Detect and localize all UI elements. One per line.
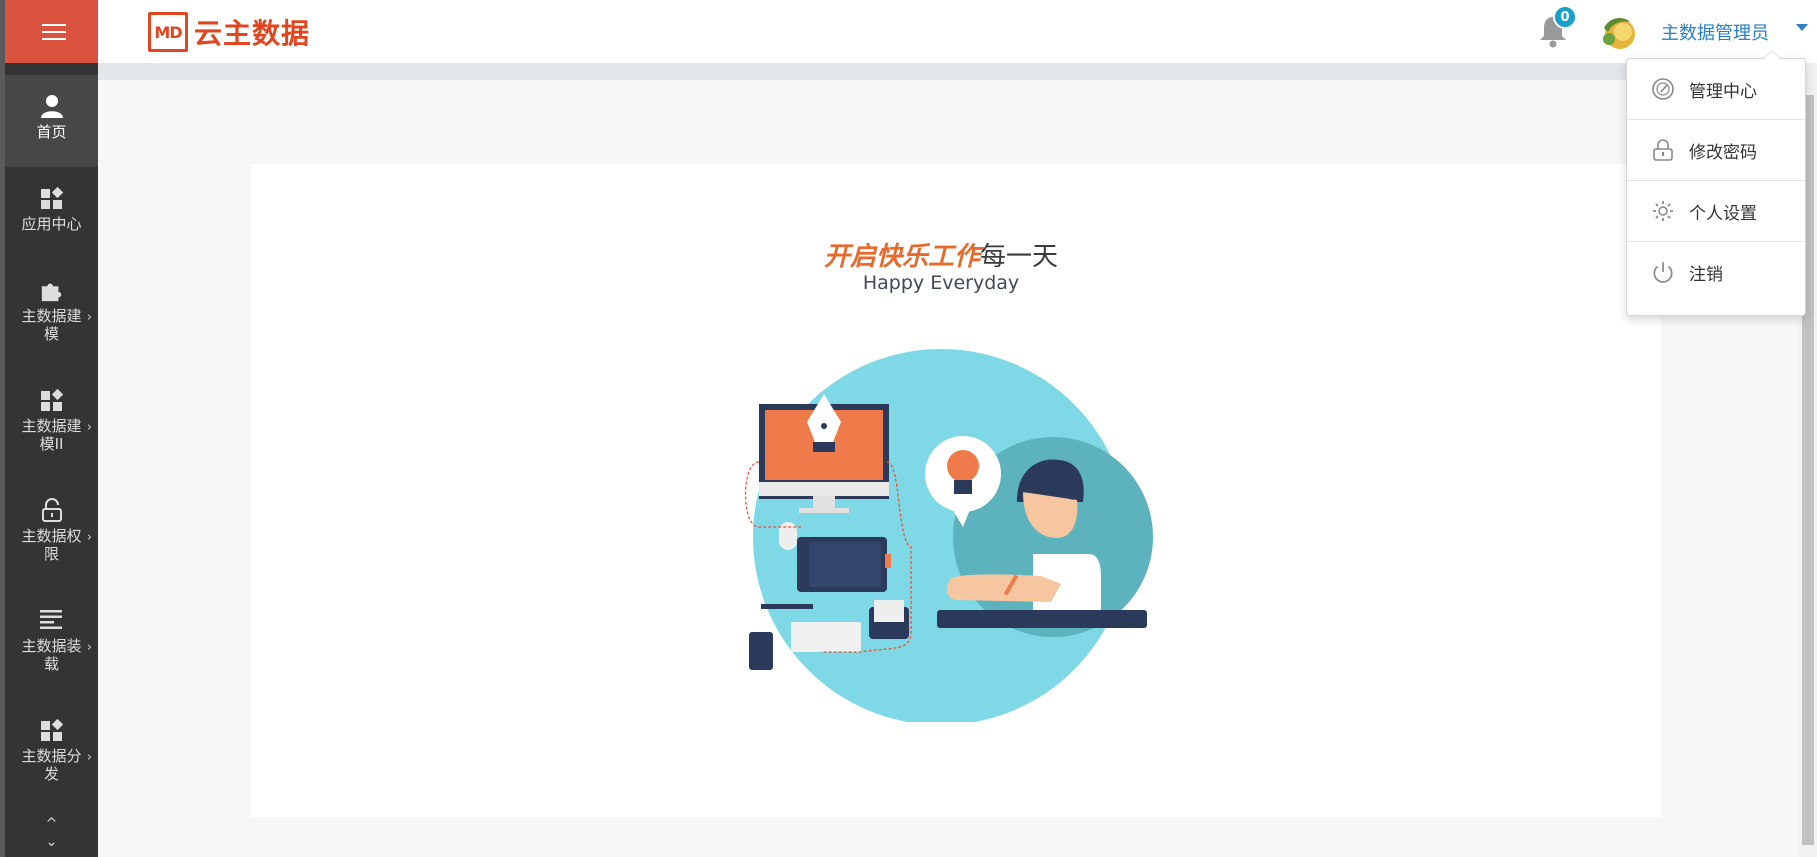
welcome-subline: Happy Everyday: [862, 272, 1020, 294]
chevron-down-icon[interactable]: ⌄: [5, 833, 98, 851]
menu-toggle-button[interactable]: [5, 0, 103, 63]
apps-icon: [40, 717, 64, 743]
apps-icon: [40, 185, 64, 211]
lock-icon: [1649, 136, 1677, 164]
welcome-headline: 开启快乐工作每一天: [251, 236, 1631, 273]
sidebar-item-label: 主数据装载: [21, 637, 82, 673]
sidebar-item-app-center[interactable]: 应用中心: [5, 167, 98, 259]
menu-item-label: 注销: [1689, 265, 1723, 285]
chevron-right-icon: ›: [86, 750, 92, 765]
headline-rest: 每一天: [980, 242, 1059, 272]
sidebar-scroll-controls: ^ ⌄: [5, 815, 98, 851]
unlock-icon: [40, 497, 64, 523]
chevron-up-icon[interactable]: ^: [5, 815, 98, 833]
sidebar-item-home[interactable]: 首页: [5, 75, 98, 167]
chevron-right-icon: ›: [86, 530, 92, 545]
sidebar-item-label: 主数据建模II: [21, 417, 82, 453]
sidebar-item-mdm-distribution[interactable]: 主数据分发 ›: [5, 699, 98, 809]
sidebar-item-label: 首页: [36, 123, 67, 141]
logo-text: 云主数据: [194, 17, 311, 50]
welcome-illustration: [744, 349, 1153, 722]
list-icon: [39, 607, 64, 633]
headline-highlight: 开启快乐工作: [823, 242, 980, 272]
user-dropdown-menu: 管理中心 修改密码 个人设置 注销: [1626, 50, 1806, 316]
menu-item-admin-center[interactable]: 管理中心: [1627, 59, 1805, 120]
notification-count-badge: 0: [1553, 5, 1577, 29]
user-icon: [40, 93, 64, 119]
main-content: 开启快乐工作每一天 Happy Everyday: [98, 80, 1799, 857]
menu-item-logout[interactable]: 注销: [1627, 242, 1805, 303]
caret-down-icon[interactable]: [1796, 24, 1808, 31]
tab-bar: [98, 63, 1799, 80]
sidebar-item-mdm-modeling[interactable]: 主数据建模 ›: [5, 259, 98, 369]
apps-icon: [40, 387, 64, 413]
chevron-right-icon: ›: [86, 640, 92, 655]
sidebar: 首页 应用中心 主数据建模 › 主数据建模II › 主数据权限 › 主数据装载 …: [0, 0, 103, 857]
menu-item-label: 个人设置: [1689, 203, 1757, 224]
welcome-card: 开启快乐工作每一天 Happy Everyday: [251, 164, 1661, 817]
menu-item-label: 管理中心: [1689, 81, 1757, 102]
hamburger-icon: [42, 23, 66, 40]
menu-item-label: 修改密码: [1689, 142, 1757, 163]
avatar[interactable]: [1600, 14, 1638, 50]
logo[interactable]: MD 云主数据: [148, 12, 310, 52]
sidebar-item-label: 主数据权限: [21, 527, 82, 563]
sidebar-item-label: 应用中心: [21, 215, 82, 233]
sidebar-item-mdm-permission[interactable]: 主数据权限 ›: [5, 479, 98, 589]
sidebar-item-mdm-modeling-ii[interactable]: 主数据建模II ›: [5, 369, 98, 479]
logo-badge: MD: [148, 12, 188, 52]
sidebar-item-mdm-loading[interactable]: 主数据装载 ›: [5, 589, 98, 699]
puzzle-icon: [40, 277, 64, 303]
power-icon: [1649, 259, 1677, 287]
user-menu-toggle[interactable]: 主数据管理员: [1661, 19, 1769, 45]
dashboard-icon: [1649, 75, 1677, 103]
sidebar-nav: 首页 应用中心 主数据建模 › 主数据建模II › 主数据权限 › 主数据装载 …: [5, 75, 98, 809]
menu-item-personal-settings[interactable]: 个人设置: [1627, 181, 1805, 242]
chevron-right-icon: ›: [86, 310, 92, 325]
gear-icon: [1649, 197, 1677, 225]
menu-item-change-password[interactable]: 修改密码: [1627, 120, 1805, 181]
sidebar-item-label: 主数据建模: [21, 307, 82, 343]
sidebar-item-label: 主数据分发: [21, 747, 82, 783]
top-header: MD 云主数据 0 主数据管理员: [98, 0, 1817, 63]
chevron-right-icon: ›: [86, 420, 92, 435]
